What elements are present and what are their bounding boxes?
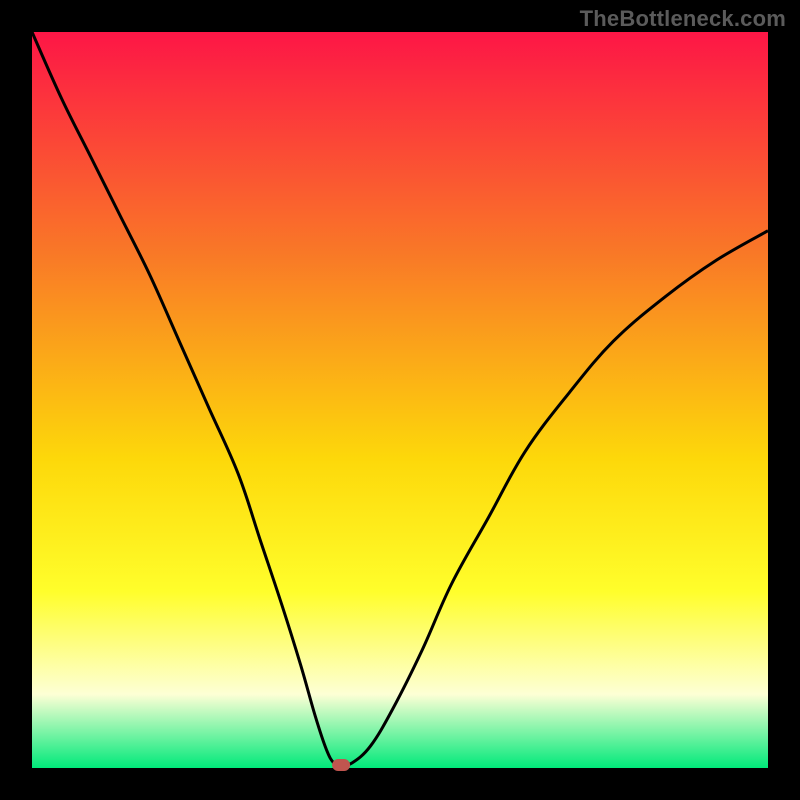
watermark-text: TheBottleneck.com [580,6,786,32]
bottleneck-chart [0,0,800,800]
optimum-marker [332,759,350,771]
plot-background [32,32,768,768]
chart-frame: TheBottleneck.com [0,0,800,800]
